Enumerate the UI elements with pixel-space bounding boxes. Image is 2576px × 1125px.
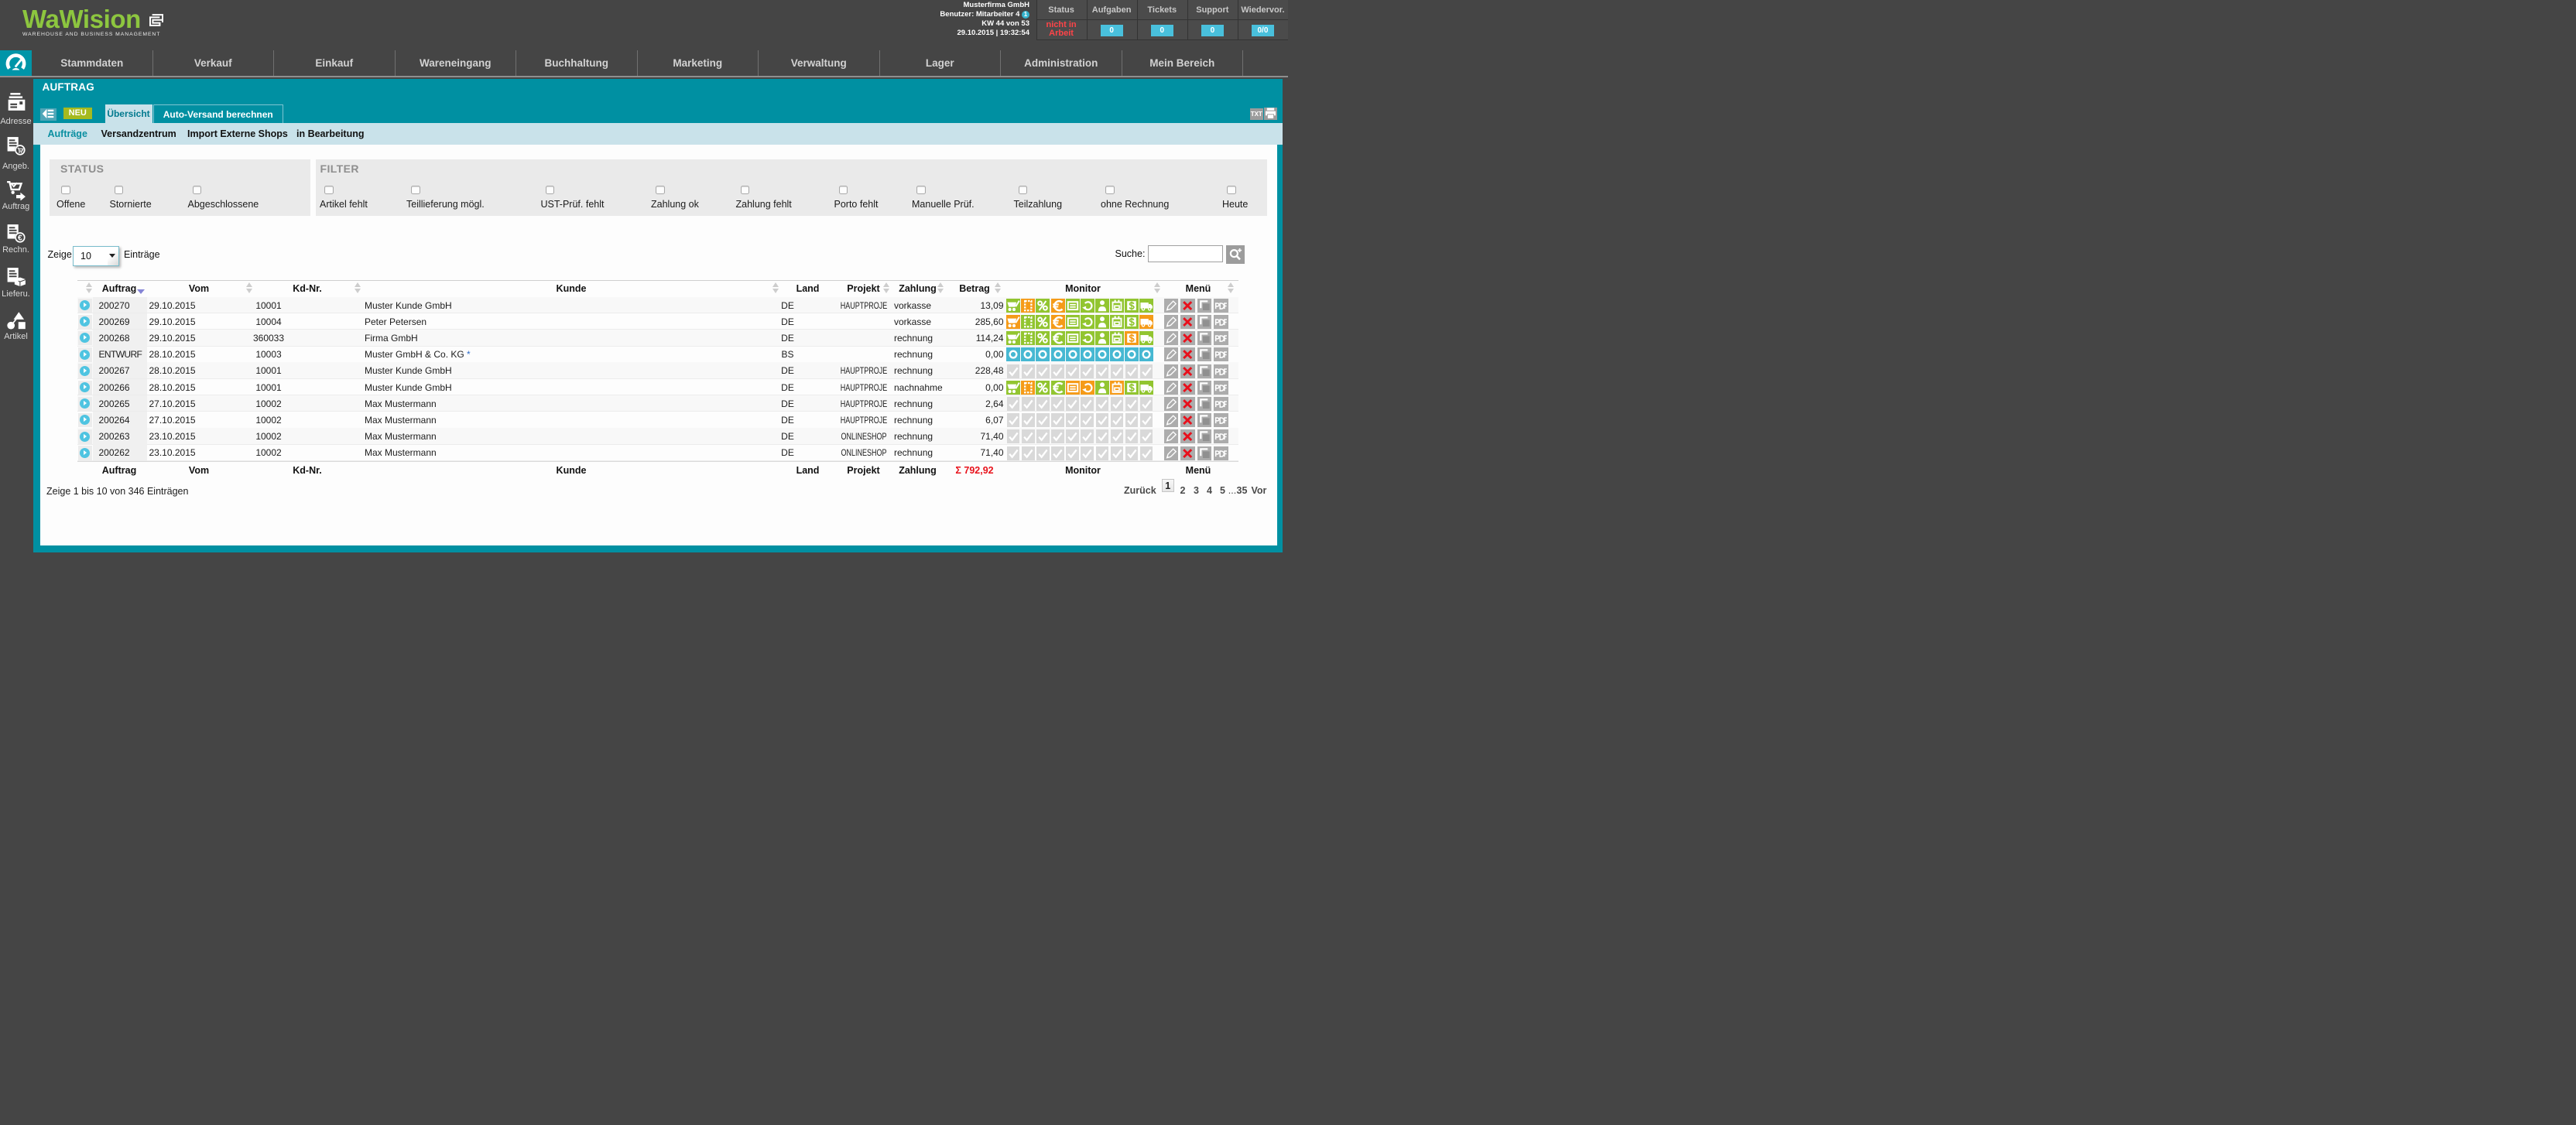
svg-text:€: € <box>18 234 22 242</box>
